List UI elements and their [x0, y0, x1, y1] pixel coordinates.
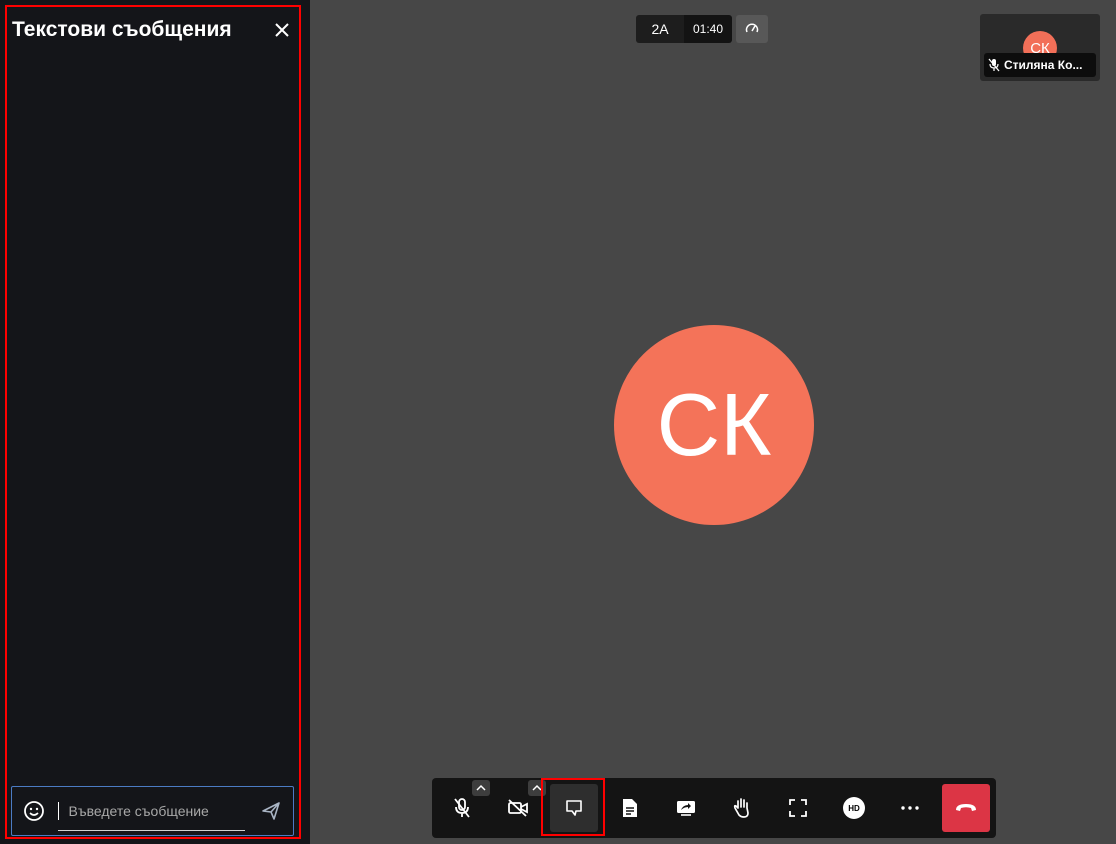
participant-thumbnail[interactable]: СК Стиляна Ко...: [980, 14, 1100, 81]
raise-hand-icon: [733, 798, 749, 818]
fullscreen-icon: [789, 799, 807, 817]
camera-options-button[interactable]: [528, 780, 546, 796]
share-screen-icon: [677, 801, 695, 816]
document-icon: [623, 799, 637, 817]
main-participant-avatar: СК: [614, 325, 814, 525]
message-field-wrapper: [57, 791, 246, 831]
toolbar: HD: [432, 778, 996, 838]
microphone-options-button[interactable]: [472, 780, 490, 796]
hangup-button[interactable]: [942, 784, 990, 832]
top-indicators: 2А 01:40: [636, 15, 768, 43]
send-button[interactable]: [249, 787, 293, 835]
video-quality-button[interactable]: HD: [830, 784, 878, 832]
hangup-icon: [956, 804, 976, 811]
chat-input-box: [11, 786, 294, 836]
chevron-up-icon: [532, 784, 542, 791]
speed-icon: [745, 23, 759, 33]
hd-icon: HD: [843, 797, 865, 819]
call-timer: 01:40: [684, 15, 732, 43]
close-chat-button[interactable]: [270, 18, 294, 42]
participant-name: Стиляна Ко...: [1004, 58, 1083, 72]
chat-header: Текстови съобщения: [12, 14, 294, 46]
meeting-window: Текстови съобщения Въведете съобщение 2А…: [0, 0, 1116, 844]
chat-icon: [566, 800, 582, 816]
chat-panel: Текстови съобщения: [0, 0, 310, 844]
mic-off-icon: [454, 798, 470, 818]
message-input[interactable]: [57, 801, 246, 820]
document-button[interactable]: [606, 784, 654, 832]
camera-off-icon: [508, 799, 528, 817]
emoji-icon: [23, 801, 44, 821]
mic-off-icon: [988, 58, 1000, 72]
chevron-up-icon: [476, 784, 486, 791]
chat-title: Текстови съобщения: [12, 18, 232, 41]
chat-button[interactable]: [550, 784, 598, 832]
emoji-button[interactable]: [12, 787, 56, 835]
close-icon: [275, 23, 289, 37]
more-icon: [901, 806, 919, 810]
share-screen-button[interactable]: [662, 784, 710, 832]
raise-hand-button[interactable]: [718, 784, 766, 832]
send-icon: [262, 802, 281, 820]
room-label: 2А: [636, 15, 684, 43]
thumbnail-name-bar: Стиляна Ко...: [984, 53, 1096, 77]
connection-stats-button[interactable]: [736, 15, 768, 43]
more-options-button[interactable]: [886, 784, 934, 832]
fullscreen-button[interactable]: [774, 784, 822, 832]
